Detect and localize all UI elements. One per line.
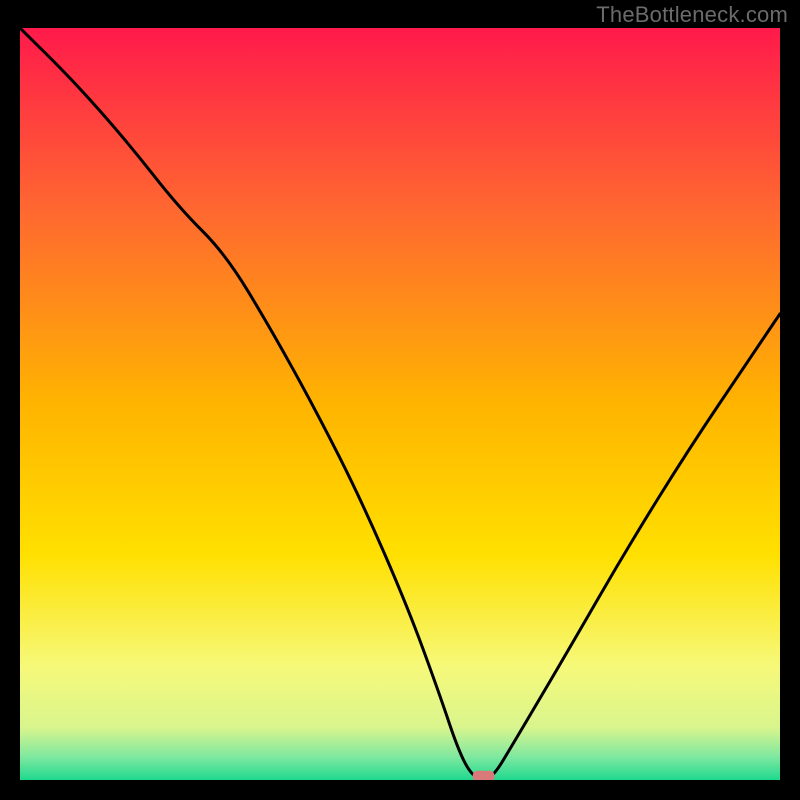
bottleneck-plot [20,28,780,780]
gradient-background [20,28,780,780]
chart-frame: TheBottleneck.com [0,0,800,800]
optimal-marker [473,771,495,780]
brand-watermark: TheBottleneck.com [596,2,788,28]
plot-svg [20,28,780,780]
